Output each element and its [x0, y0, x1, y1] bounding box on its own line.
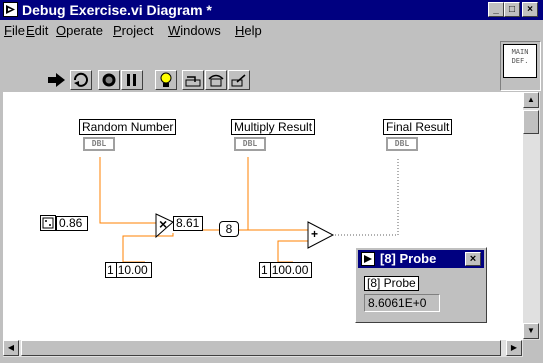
random-value-indicator: 0.86	[56, 216, 88, 231]
multiply-value-indicator: 8.61	[173, 216, 203, 231]
probe-icon	[361, 252, 375, 266]
minimize-button[interactable]: _	[488, 2, 504, 17]
menu-project[interactable]: Project	[113, 23, 153, 39]
random-number-terminal[interactable]: DBL	[83, 137, 115, 151]
menu-edit[interactable]: Edit	[26, 23, 48, 39]
dice-icon[interactable]	[40, 215, 56, 231]
add-out-wire	[326, 157, 399, 236]
vi-icon-line2: DEF.	[511, 57, 529, 65]
step-out-icon[interactable]	[228, 70, 250, 90]
scroll-up-button[interactable]: ▲	[523, 92, 539, 108]
toolbar	[0, 41, 500, 91]
multiply-indicator-wire	[203, 157, 249, 231]
const2-value: 100.00	[271, 263, 309, 277]
step-into-icon[interactable]	[182, 70, 204, 90]
run-arrow-icon[interactable]	[46, 70, 68, 90]
vertical-scroll-thumb[interactable]	[523, 110, 539, 134]
menu-file[interactable]: File	[4, 23, 25, 39]
run-continuously-icon[interactable]	[70, 70, 92, 90]
probe-window[interactable]: [8] Probe × [8] Probe 8.6061E+0	[355, 247, 487, 323]
close-button[interactable]: ×	[522, 2, 538, 17]
window-title: Debug Exercise.vi Diagram *	[22, 2, 212, 18]
final-result-label: Final Result	[383, 119, 453, 135]
scroll-left-button[interactable]: ◀	[3, 340, 19, 356]
constant-10[interactable]: 1 10.00	[105, 262, 152, 278]
horizontal-scroll-thumb[interactable]	[21, 340, 501, 356]
constant-100[interactable]: 1 100.00	[259, 262, 313, 278]
labview-icon	[3, 2, 18, 17]
abort-icon[interactable]	[98, 70, 120, 90]
probe-title-bar: [8] Probe ×	[358, 250, 484, 268]
vi-icon-line1: MAIN	[511, 48, 529, 56]
step-over-icon[interactable]	[205, 70, 227, 90]
orange-wires	[99, 157, 308, 263]
scroll-right-button[interactable]: ▶	[506, 340, 522, 356]
horizontal-scrollbar[interactable]: ◀ ▶	[3, 340, 523, 357]
final-result-terminal[interactable]: DBL	[386, 137, 418, 151]
probe-title: [8] Probe	[380, 251, 437, 266]
scroll-down-button[interactable]: ▼	[523, 323, 539, 339]
menu-windows[interactable]: Windows	[168, 23, 221, 39]
vertical-scrollbar[interactable]: ▲ ▼	[523, 92, 540, 340]
pause-icon[interactable]	[121, 70, 143, 90]
multiply-result-terminal[interactable]: DBL	[234, 137, 266, 151]
const1-wire	[122, 233, 174, 263]
multiply-result-label: Multiply Result	[231, 119, 316, 135]
probe-tag[interactable]: 8	[219, 221, 239, 237]
menu-help[interactable]: Help	[235, 23, 262, 39]
menu-bar: File Edit Operate Project Windows Help	[0, 21, 500, 41]
menu-operate[interactable]: Operate	[56, 23, 103, 39]
highlight-execution-icon[interactable]	[155, 70, 177, 90]
probe-value-display: 8.6061E+0	[364, 294, 440, 312]
const2-wire	[277, 240, 308, 263]
const2-unit: 1	[260, 263, 271, 277]
random-wire	[99, 157, 158, 224]
const1-unit: 1	[106, 263, 117, 277]
multiply-symbol: ×	[159, 216, 168, 232]
vi-connector-icon[interactable]: MAIN DEF.	[503, 44, 537, 78]
add-symbol: +	[311, 227, 319, 241]
title-bar: Debug Exercise.vi Diagram * _ □ ×	[0, 0, 543, 20]
random-number-label: Random Number	[79, 119, 177, 135]
probe-close-button[interactable]: ×	[465, 252, 481, 266]
probe-label: [8] Probe	[364, 276, 419, 291]
const1-value: 10.00	[117, 263, 148, 277]
scroll-corner	[523, 340, 540, 357]
maximize-button[interactable]: □	[504, 2, 520, 17]
